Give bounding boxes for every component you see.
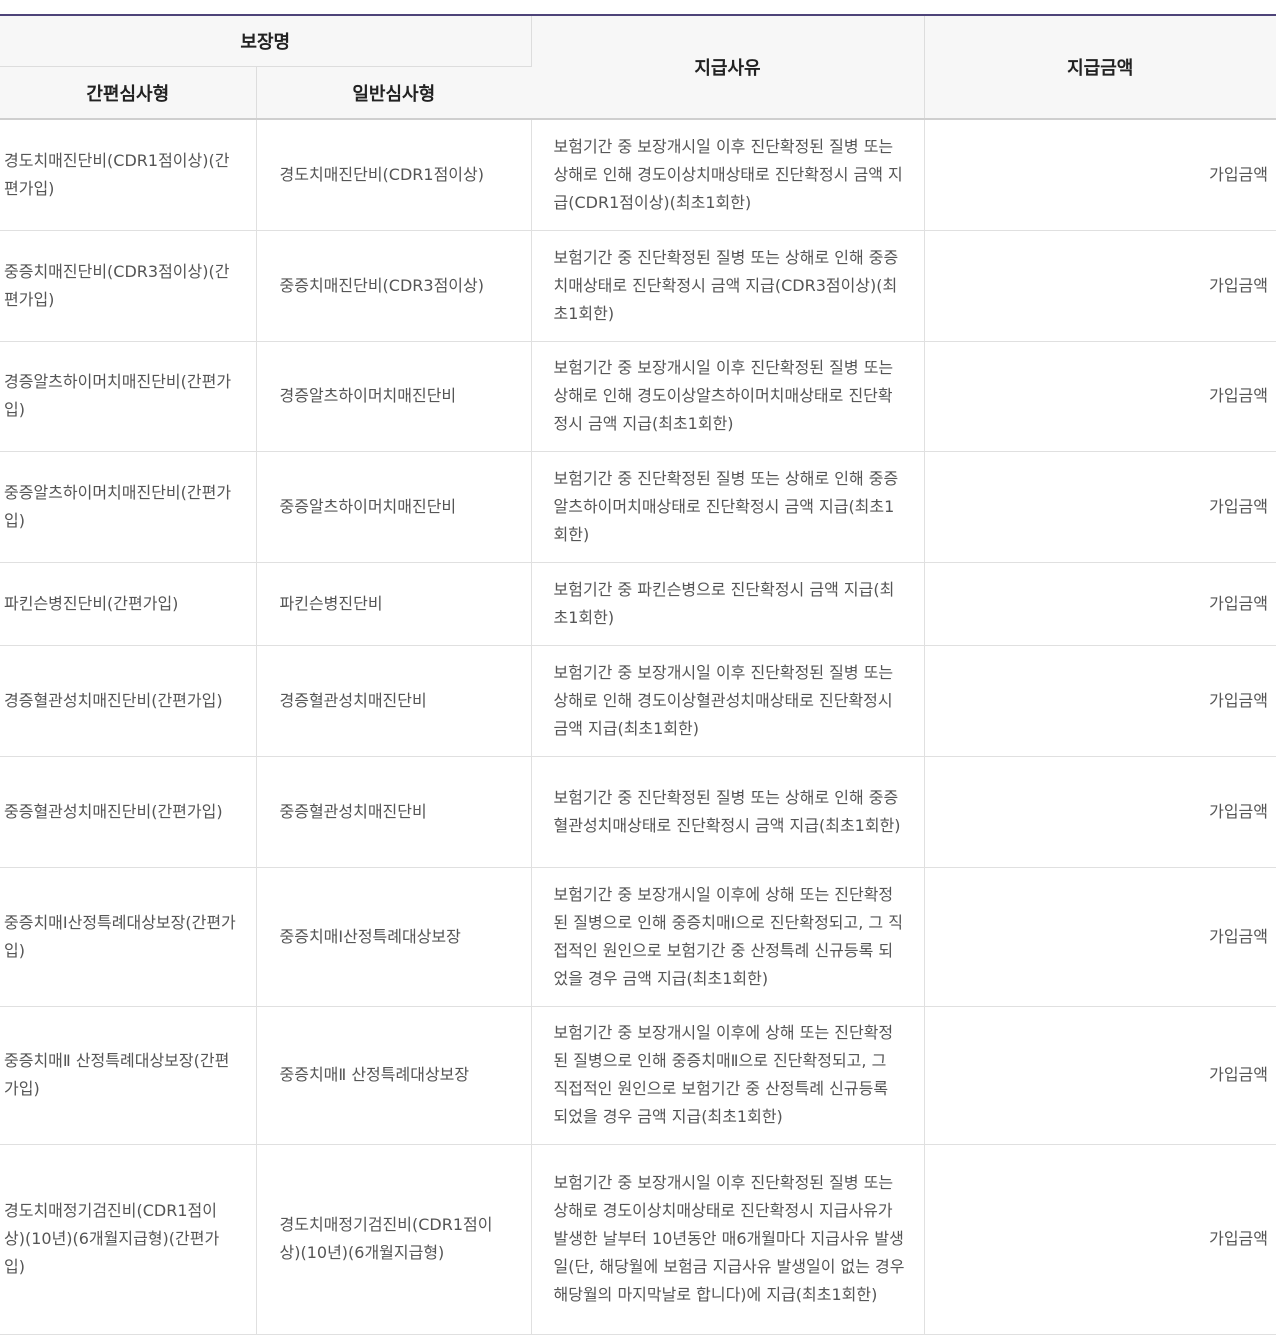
cell-amount: 가입금액 xyxy=(924,451,1276,563)
cell-general-name: 경증혈관성치매진단비 xyxy=(256,645,532,757)
cell-amount: 가입금액 xyxy=(924,341,1276,452)
cell-reason: 보험기간 중 보장개시일 이후 진단확정된 질병 또는 상해로 경도이상치매상태… xyxy=(531,1144,925,1335)
cell-general-name: 경증알츠하이머치매진단비 xyxy=(256,341,532,452)
cell-general-name: 중증알츠하이머치매진단비 xyxy=(256,451,532,563)
cell-simplified-name: 중증치매진단비(CDR3점이상)(간편가입) xyxy=(0,230,257,342)
cell-amount: 가입금액 xyxy=(924,756,1276,868)
cell-simplified-name: 파킨슨병진단비(간편가입) xyxy=(0,562,257,646)
cell-reason: 보험기간 중 진단확정된 질병 또는 상해로 인해 중증알츠하이머치매상태로 진… xyxy=(531,451,925,563)
table-row: 중증치매진단비(CDR3점이상)(간편가입) 중증치매진단비(CDR3점이상) … xyxy=(0,230,1276,342)
cell-general-name: 중증치매진단비(CDR3점이상) xyxy=(256,230,532,342)
cell-simplified-name: 중증혈관성치매진단비(간편가입) xyxy=(0,756,257,868)
cell-simplified-name: 경도치매진단비(CDR1점이상)(간편가입) xyxy=(0,119,257,231)
header-coverage-name: 보장명 xyxy=(0,15,532,67)
cell-simplified-name: 경증혈관성치매진단비(간편가입) xyxy=(0,645,257,757)
table-row: 파킨슨병진단비(간편가입) 파킨슨병진단비 보험기간 중 파킨슨병으로 진단확정… xyxy=(0,562,1276,646)
table-header: 보장명 지급사유 지급금액 간편심사형 일반심사형 xyxy=(0,15,1276,120)
cell-reason: 보험기간 중 보장개시일 이후에 상해 또는 진단확정된 질병으로 인해 중증치… xyxy=(531,867,925,1007)
cell-general-name: 경도치매정기검진비(CDR1점이상)(10년)(6개월지급형) xyxy=(256,1144,532,1335)
header-general: 일반심사형 xyxy=(256,66,531,120)
cell-simplified-name: 경증알츠하이머치매진단비(간편가입) xyxy=(0,341,257,452)
table-row: 중증알츠하이머치매진단비(간편가입) 중증알츠하이머치매진단비 보험기간 중 진… xyxy=(0,451,1276,563)
table-row: 중증치매Ⅰ산정특례대상보장(간편가입) 중증치매Ⅰ산정특례대상보장 보험기간 중… xyxy=(0,867,1276,1007)
cell-general-name: 중증혈관성치매진단비 xyxy=(256,756,532,868)
coverage-table-wrapper: 보장명 지급사유 지급금액 간편심사형 일반심사형 경도치매진단비(CDR1점이… xyxy=(0,0,1276,1335)
cell-amount: 가입금액 xyxy=(924,1006,1276,1145)
cell-general-name: 경도치매진단비(CDR1점이상) xyxy=(256,119,532,231)
cell-general-name: 파킨슨병진단비 xyxy=(256,562,532,646)
table-row: 경도치매진단비(CDR1점이상)(간편가입) 경도치매진단비(CDR1점이상) … xyxy=(0,119,1276,231)
cell-amount: 가입금액 xyxy=(924,230,1276,342)
table-row: 경증알츠하이머치매진단비(간편가입) 경증알츠하이머치매진단비 보험기간 중 보… xyxy=(0,341,1276,452)
cell-reason: 보험기간 중 보장개시일 이후 진단확정된 질병 또는 상해로 인해 경도이상혈… xyxy=(531,645,925,757)
cell-amount: 가입금액 xyxy=(924,645,1276,757)
cell-simplified-name: 중증알츠하이머치매진단비(간편가입) xyxy=(0,451,257,563)
cell-reason: 보험기간 중 보장개시일 이후 진단확정된 질병 또는 상해로 인해 경도이상알… xyxy=(531,341,925,452)
cell-general-name: 중증치매Ⅰ산정특례대상보장 xyxy=(256,867,532,1007)
table-row: 경증혈관성치매진단비(간편가입) 경증혈관성치매진단비 보험기간 중 보장개시일… xyxy=(0,645,1276,757)
header-amount: 지급금액 xyxy=(924,15,1276,120)
cell-reason: 보험기간 중 진단확정된 질병 또는 상해로 인해 중증치매상태로 진단확정시 … xyxy=(531,230,925,342)
cell-amount: 가입금액 xyxy=(924,119,1276,231)
cell-simplified-name: 경도치매정기검진비(CDR1점이상)(10년)(6개월지급형)(간편가입) xyxy=(0,1144,257,1335)
cell-amount: 가입금액 xyxy=(924,1144,1276,1335)
cell-reason: 보험기간 중 보장개시일 이후 진단확정된 질병 또는 상해로 인해 경도이상치… xyxy=(531,119,925,231)
cell-amount: 가입금액 xyxy=(924,867,1276,1007)
table-row: 중증치매Ⅱ 산정특례대상보장(간편가입) 중증치매Ⅱ 산정특례대상보장 보험기간… xyxy=(0,1006,1276,1145)
table-body: 경도치매진단비(CDR1점이상)(간편가입) 경도치매진단비(CDR1점이상) … xyxy=(0,119,1276,1335)
cell-simplified-name: 중증치매Ⅰ산정특례대상보장(간편가입) xyxy=(0,867,257,1007)
header-reason: 지급사유 xyxy=(531,15,925,120)
cell-reason: 보험기간 중 파킨슨병으로 진단확정시 금액 지급(최초1회한) xyxy=(531,562,925,646)
header-simplified: 간편심사형 xyxy=(0,66,257,120)
cell-reason: 보험기간 중 보장개시일 이후에 상해 또는 진단확정된 질병으로 인해 중증치… xyxy=(531,1006,925,1145)
cell-reason: 보험기간 중 진단확정된 질병 또는 상해로 인해 중증혈관성치매상태로 진단확… xyxy=(531,756,925,868)
cell-amount: 가입금액 xyxy=(924,562,1276,646)
table-row: 경도치매정기검진비(CDR1점이상)(10년)(6개월지급형)(간편가입) 경도… xyxy=(0,1144,1276,1335)
cell-simplified-name: 중증치매Ⅱ 산정특례대상보장(간편가입) xyxy=(0,1006,257,1145)
table-row: 중증혈관성치매진단비(간편가입) 중증혈관성치매진단비 보험기간 중 진단확정된… xyxy=(0,756,1276,868)
coverage-table: 보장명 지급사유 지급금액 간편심사형 일반심사형 경도치매진단비(CDR1점이… xyxy=(0,14,1276,1335)
cell-general-name: 중증치매Ⅱ 산정특례대상보장 xyxy=(256,1006,532,1145)
